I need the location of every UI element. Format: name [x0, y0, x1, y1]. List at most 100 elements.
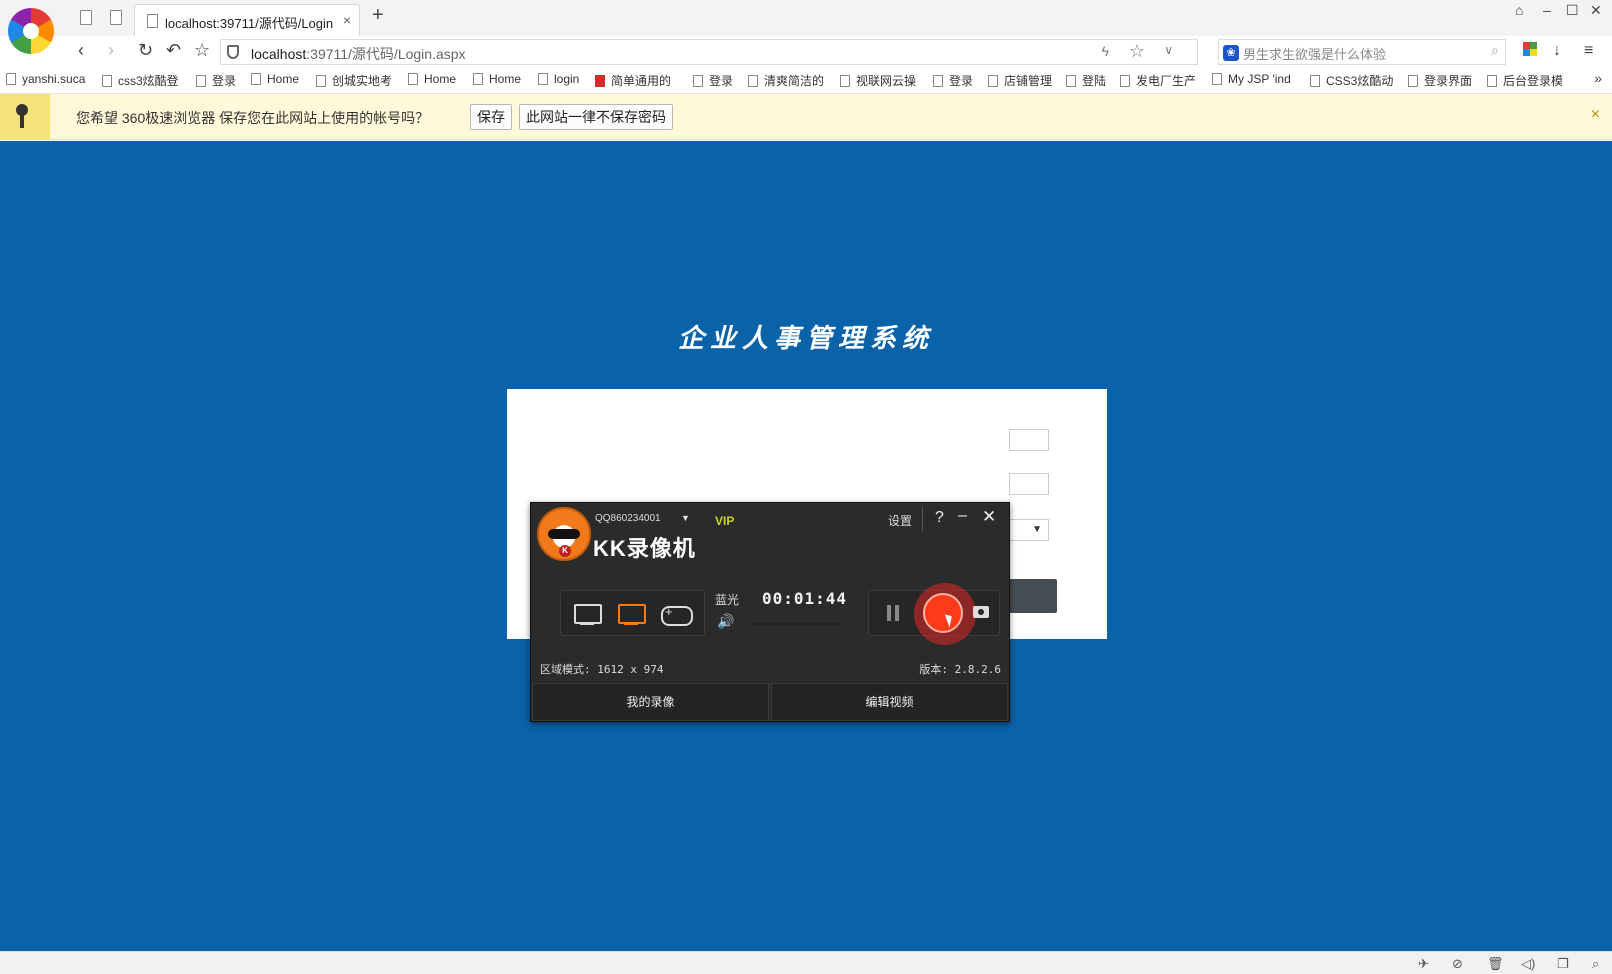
bookmark-item[interactable]: Home [473, 72, 521, 86]
capture-mode-info: 区域模式: 1612 x 974 [540, 663, 664, 676]
bookmark-item[interactable]: Home [251, 72, 299, 86]
minimize-icon[interactable]: – [958, 507, 967, 525]
speaker-icon[interactable]: 🔊 [717, 613, 734, 630]
search-placeholder: 男生求生欲强是什么体验 [1243, 47, 1387, 62]
bookmark-item[interactable]: 登录 [196, 72, 236, 89]
pinned-tab-icon[interactable] [110, 10, 122, 25]
tab-close-icon[interactable]: × [343, 12, 351, 28]
page-icon [693, 75, 703, 87]
bookmark-item[interactable]: 登陆 [1066, 72, 1106, 89]
download-icon[interactable]: ↓ [1553, 42, 1561, 60]
skin-icon[interactable]: ⌂ [1515, 2, 1523, 18]
camera-icon[interactable] [973, 606, 989, 618]
volume-slider[interactable] [752, 621, 844, 627]
page-icon [1066, 75, 1076, 87]
back-icon[interactable]: ‹ [78, 40, 84, 61]
page-icon [748, 75, 758, 87]
vip-badge[interactable]: VIP [715, 514, 734, 528]
speed-icon[interactable]: ⊘ [1452, 956, 1463, 972]
divider [922, 507, 923, 531]
edit-video-button[interactable]: 编辑视频 [771, 683, 1008, 721]
more-bookmarks-icon[interactable]: » [1594, 70, 1602, 86]
fullscreen-mode-icon[interactable] [573, 603, 602, 625]
username-field[interactable] [1009, 429, 1049, 451]
window-icon[interactable]: ❐ [1557, 956, 1569, 972]
record-button[interactable] [923, 593, 963, 633]
pin-icon[interactable]: ✈ [1418, 956, 1429, 972]
menu-icon[interactable]: ≡ [1584, 42, 1593, 60]
bookmark-item[interactable]: css3炫酷登 [102, 72, 179, 89]
page-icon [408, 73, 418, 85]
favorite-icon[interactable]: ☆ [194, 40, 210, 61]
never-save-button[interactable]: 此网站一律不保存密码 [519, 104, 673, 130]
bookmark-item[interactable]: Home [408, 72, 456, 86]
browser-logo-icon[interactable] [8, 8, 54, 54]
account-dropdown-icon[interactable]: ▼ [681, 513, 690, 523]
bookmark-item[interactable]: 店铺管理 [988, 72, 1052, 89]
page-icon [196, 75, 206, 87]
address-bar[interactable]: localhost:39711/源代码/Login.aspx ϟ ☆ ∨ [220, 39, 1198, 65]
settings-button[interactable]: 设置 [888, 512, 912, 529]
bookmark-item[interactable]: 发电厂生产 [1120, 72, 1196, 89]
password-field[interactable] [1009, 473, 1049, 495]
reload-icon[interactable]: ↻ [138, 40, 153, 61]
record-controls [868, 583, 1000, 645]
capture-mode-group [560, 590, 705, 636]
bookmark-item[interactable]: CSS3炫酷动 [1310, 72, 1393, 89]
bookmark-item[interactable]: 登录界面 [1408, 72, 1472, 89]
url-text: localhost:39711/源代码/Login.aspx [251, 46, 466, 62]
role-select[interactable]: ▼ [1007, 519, 1049, 541]
browser-tab[interactable]: localhost:39711/源代码/Login. × [134, 4, 360, 36]
bookmark-item[interactable]: login [538, 72, 579, 86]
bookmark-item[interactable]: My JSP 'ind [1212, 72, 1291, 86]
search-box[interactable]: ❀ 男生求生欲强是什么体验 ⌕ [1218, 39, 1506, 65]
pause-icon[interactable] [887, 605, 899, 621]
search-engine-icon[interactable]: ❀ [1223, 45, 1239, 61]
page-icon [251, 73, 261, 85]
help-icon[interactable]: ? [935, 509, 944, 527]
close-window-icon[interactable]: ✕ [1590, 2, 1602, 19]
forward-icon[interactable]: › [108, 40, 114, 61]
search-icon[interactable]: ⌕ [1491, 42, 1499, 59]
maximize-window-icon[interactable]: ☐ [1566, 2, 1579, 19]
tab-title: localhost:39711/源代码/Login. [165, 16, 333, 31]
undo-icon[interactable]: ↶ [166, 40, 181, 61]
bookmark-item[interactable]: 登录 [693, 72, 733, 89]
bookmark-item[interactable]: yanshi.suca [6, 72, 85, 86]
page-icon [988, 75, 998, 87]
bookmark-item[interactable]: 创城实地考 [316, 72, 392, 89]
recording-timer: 00:01:44 [762, 589, 848, 608]
pinned-tab-icon[interactable] [80, 10, 92, 25]
recorder-window[interactable]: QQ860234001 ▼ VIP KK录像机 设置 ? – ✕ 蓝光 🔊 00… [530, 502, 1010, 722]
close-bar-icon[interactable]: × [1591, 106, 1600, 124]
minimize-window-icon[interactable]: – [1543, 2, 1551, 18]
new-tab-button[interactable]: + [372, 4, 384, 27]
game-mode-icon[interactable] [661, 603, 693, 626]
recorder-logo-icon [537, 507, 591, 561]
save-password-button[interactable]: 保存 [470, 104, 512, 130]
account-name[interactable]: QQ860234001 [595, 513, 661, 524]
security-shield-icon [227, 45, 239, 59]
speed-mode-icon[interactable]: ϟ [1102, 43, 1109, 59]
my-recordings-button[interactable]: 我的录像 [532, 683, 769, 721]
region-mode-icon[interactable] [617, 603, 646, 625]
close-icon[interactable]: ✕ [982, 507, 996, 527]
trash-icon[interactable]: 🗑 [1487, 956, 1504, 972]
page-icon [538, 73, 548, 85]
quality-label[interactable]: 蓝光 [715, 591, 739, 608]
bookmark-item[interactable]: 后台登录模 [1487, 72, 1563, 89]
apps-grid-icon[interactable] [1523, 42, 1537, 56]
bookmark-star-icon[interactable]: ☆ [1129, 41, 1145, 62]
page-icon [147, 14, 158, 28]
zoom-icon[interactable]: ⌕ [1592, 956, 1599, 972]
chevron-down-icon[interactable]: ∨ [1164, 43, 1173, 57]
bookmark-item[interactable]: 登录 [933, 72, 973, 89]
page-icon [316, 75, 326, 87]
bookmark-item[interactable]: 视联网云操 [840, 72, 916, 89]
page-icon [1408, 75, 1418, 87]
recorder-brand: KK录像机 [593, 536, 696, 561]
bookmark-item[interactable]: 清爽简洁的 [748, 72, 824, 89]
bookmark-item[interactable]: 简单通用的 [595, 72, 671, 89]
page-icon [933, 75, 943, 87]
sound-icon[interactable]: ◁) [1521, 956, 1535, 972]
